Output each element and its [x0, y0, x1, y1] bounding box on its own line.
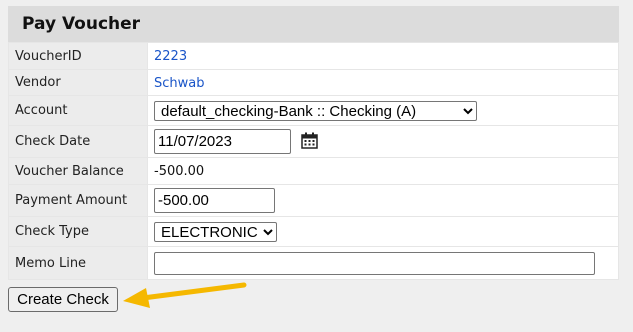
create-check-button[interactable]: Create Check	[8, 287, 118, 312]
account-label: Account	[8, 95, 148, 126]
voucher-balance-label: Voucher Balance	[8, 157, 148, 185]
voucher-balance-value: -500.00	[154, 164, 205, 179]
check-date-label: Check Date	[8, 125, 148, 158]
payment-amount-label: Payment Amount	[8, 184, 148, 217]
voucher-id-label: VoucherID	[8, 42, 148, 70]
payment-amount-input[interactable]	[154, 188, 275, 213]
row-check-date: Check Date	[8, 125, 619, 158]
voucher-form-table: VoucherID 2223 Vendor Schwab Account def…	[8, 42, 619, 280]
row-payment-amount: Payment Amount	[8, 184, 619, 217]
row-check-type: Check Type ELECTRONIC	[8, 216, 619, 247]
row-voucher-id: VoucherID 2223	[8, 42, 619, 70]
panel-title: Pay Voucher	[8, 6, 619, 42]
memo-line-input[interactable]	[154, 251, 595, 275]
row-voucher-balance: Voucher Balance -500.00	[8, 157, 619, 185]
row-vendor: Vendor Schwab	[8, 69, 619, 96]
memo-line-label: Memo Line	[8, 246, 148, 280]
account-select[interactable]: default_checking-Bank :: Checking (A)	[154, 100, 477, 121]
row-account: Account default_checking-Bank :: Checkin…	[8, 95, 619, 126]
pay-voucher-panel: Pay Voucher VoucherID 2223 Vendor Schwab…	[8, 6, 619, 280]
check-type-label: Check Type	[8, 216, 148, 247]
arrow-icon	[123, 282, 247, 308]
check-type-select[interactable]: ELECTRONIC	[154, 221, 277, 242]
check-date-input[interactable]	[154, 129, 291, 154]
calendar-icon[interactable]	[300, 132, 318, 152]
vendor-link[interactable]: Schwab	[154, 76, 205, 91]
vendor-label: Vendor	[8, 69, 148, 96]
row-memo-line: Memo Line	[8, 246, 619, 280]
voucher-id-link[interactable]: 2223	[154, 49, 187, 64]
